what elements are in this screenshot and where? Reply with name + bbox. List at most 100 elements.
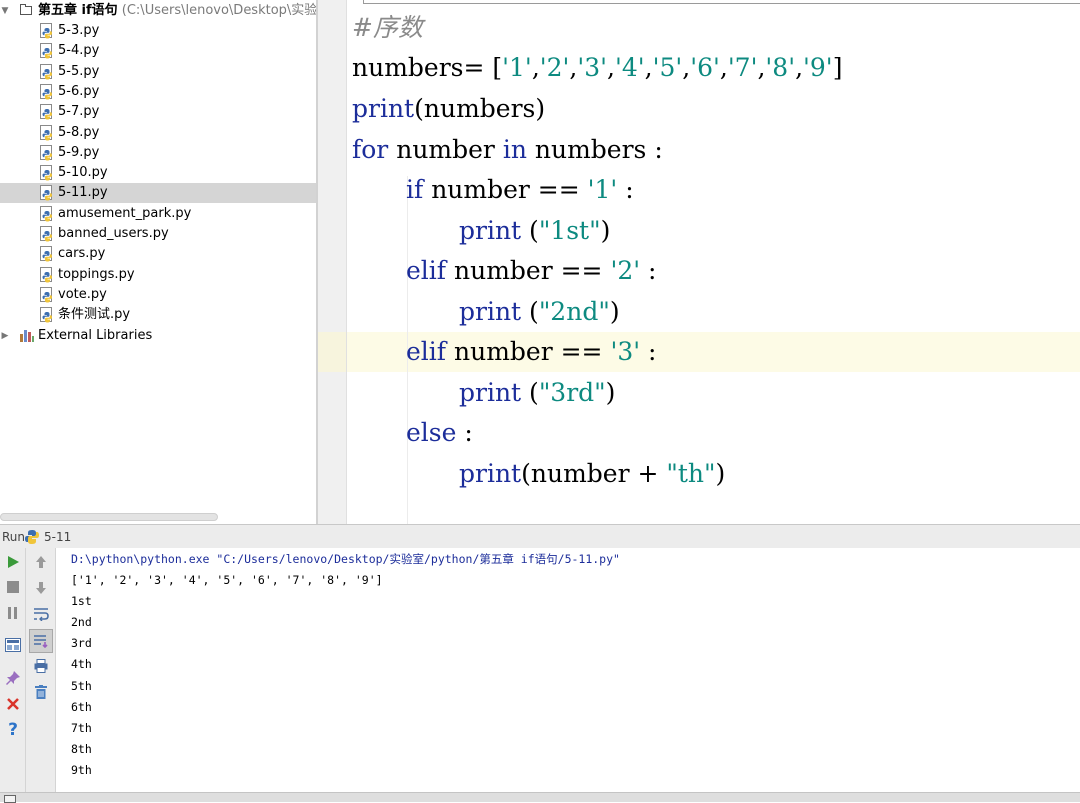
- tree-file-item[interactable]: 5-9.py: [0, 143, 316, 163]
- operator: = [: [463, 53, 503, 82]
- builtin-function: print: [459, 216, 522, 245]
- tree-file-item[interactable]: banned_users.py: [0, 224, 316, 244]
- up-arrow-icon[interactable]: [31, 552, 51, 572]
- tree-file-item[interactable]: 5-3.py: [0, 21, 316, 41]
- pin-icon[interactable]: [3, 668, 23, 688]
- string-literal: "2nd": [538, 297, 610, 326]
- keyword: else: [406, 418, 457, 447]
- builtin-function: print: [459, 378, 522, 407]
- code-line-5: if number == '1' :: [406, 170, 634, 210]
- folder-icon: [20, 4, 32, 15]
- close-icon[interactable]: [3, 694, 23, 714]
- tree-file-item[interactable]: 5-7.py: [0, 102, 316, 122]
- paren: ): [605, 378, 616, 407]
- scroll-to-end-icon[interactable]: [29, 629, 53, 653]
- expression: number ==: [423, 175, 588, 204]
- code-line-11: else :: [406, 413, 473, 453]
- code-line-4: for number in numbers :: [352, 130, 663, 170]
- python-file-icon: [40, 63, 54, 80]
- print-icon[interactable]: [31, 656, 51, 676]
- code-line-10: print ("3rd"): [459, 373, 615, 413]
- python-file-icon: [40, 165, 54, 181]
- code-editor[interactable]: #序数 numbers= ['1','2','3','4','5','6','7…: [318, 0, 1080, 524]
- keyword: elif: [406, 337, 447, 366]
- python-file-icon: [25, 530, 39, 544]
- library-icon: [20, 330, 34, 342]
- tree-file-item[interactable]: 5-5.py: [0, 62, 316, 82]
- run-tab-name[interactable]: 5-11: [44, 529, 71, 545]
- comment: #序数: [352, 13, 423, 42]
- console-output-line: ['1', '2', '3', '4', '5', '6', '7', '8',…: [71, 573, 383, 587]
- paren: ): [600, 216, 611, 245]
- editor-tab-strip: [363, 0, 1080, 4]
- code-line-1: #序数: [352, 8, 423, 48]
- file-name-label: 5-9.py: [58, 144, 100, 160]
- comma: ,: [795, 53, 804, 82]
- file-name-label: 5-6.py: [58, 83, 100, 99]
- keyword: elif: [406, 256, 447, 285]
- file-name-label: amusement_park.py: [58, 205, 192, 221]
- paren: ): [715, 459, 726, 488]
- help-icon[interactable]: ?: [3, 720, 23, 740]
- tree-file-item[interactable]: 条件测试.py: [0, 305, 316, 325]
- tree-file-item[interactable]: cars.py: [0, 244, 316, 264]
- horizontal-scrollbar[interactable]: [0, 513, 218, 521]
- run-console-output[interactable]: D:\python\python.exe "C:/Users/lenovo/De…: [57, 548, 1080, 792]
- comma: ,: [719, 53, 728, 82]
- string-literal: '6': [690, 53, 720, 82]
- string-literal: "th": [666, 459, 716, 488]
- current-line-gutter: [318, 332, 346, 372]
- expression: number ==: [446, 256, 611, 285]
- tree-file-item[interactable]: toppings.py: [0, 265, 316, 285]
- string-literal: '3': [610, 337, 641, 366]
- pause-icon[interactable]: [3, 603, 23, 623]
- tree-file-item[interactable]: vote.py: [0, 285, 316, 305]
- colon: :: [617, 175, 634, 204]
- trash-icon[interactable]: [31, 682, 51, 702]
- comma: ,: [644, 53, 653, 82]
- tree-root-folder[interactable]: ▼ 第五章 if语句 (C:\Users\lenovo\Desktop\实验室: [0, 1, 316, 21]
- string-literal: '2': [610, 256, 641, 285]
- code-line-3: print(numbers): [352, 89, 545, 129]
- chevron-down-icon[interactable]: ▼: [0, 1, 10, 21]
- root-folder-path: (C:\Users\lenovo\Desktop\实验室: [121, 3, 316, 18]
- chevron-right-icon[interactable]: ▶: [0, 326, 10, 346]
- code-line-9: elif number == '3' :: [406, 332, 656, 372]
- file-name-label: banned_users.py: [58, 226, 169, 241]
- layout-icon[interactable]: [3, 635, 23, 655]
- tree-file-item[interactable]: 5-4.py: [0, 41, 316, 61]
- console-command-line: D:\python\python.exe "C:/Users/lenovo/De…: [71, 552, 620, 566]
- keyword: if: [406, 175, 424, 204]
- file-name-label: toppings.py: [58, 266, 135, 282]
- file-name-label: 5-4.py: [58, 43, 100, 59]
- status-bar: [0, 792, 1080, 803]
- code-line-8: print ("2nd"): [459, 292, 620, 332]
- keyword: for: [352, 135, 389, 164]
- tree-external-libraries[interactable]: ▶ External Libraries: [0, 326, 316, 346]
- string-literal: '4': [614, 53, 645, 82]
- stop-icon[interactable]: [3, 577, 23, 597]
- file-name-label: 5-3.py: [58, 23, 100, 38]
- tree-file-item[interactable]: 5-8.py: [0, 123, 316, 143]
- run-panel-header: Run 5-11: [0, 524, 1080, 548]
- tree-file-item[interactable]: 5-6.py: [0, 82, 316, 102]
- expression: (number +: [521, 459, 667, 488]
- python-file-icon: [40, 266, 54, 283]
- console-output-line: 7th: [71, 720, 92, 735]
- soft-wrap-icon[interactable]: [31, 604, 51, 624]
- run-toolbar-primary: ?: [0, 548, 26, 792]
- string-literal: '7': [727, 53, 758, 82]
- bracket: ]: [832, 53, 843, 82]
- down-arrow-icon[interactable]: [31, 578, 51, 598]
- string-literal: '9': [803, 53, 833, 82]
- python-file-icon: [40, 226, 54, 242]
- builtin-function: print: [459, 459, 522, 488]
- tree-file-item[interactable]: amusement_park.py: [0, 204, 316, 224]
- run-icon[interactable]: [3, 552, 23, 572]
- file-name-label: 5-11.py: [58, 185, 108, 201]
- file-name-label: 5-7.py: [58, 104, 100, 120]
- file-name-label: 条件测试.py: [58, 307, 131, 323]
- python-file-icon: [40, 144, 54, 161]
- tree-file-item[interactable]: 5-10.py: [0, 163, 316, 183]
- tree-file-item[interactable]: 5-11.py: [0, 183, 316, 204]
